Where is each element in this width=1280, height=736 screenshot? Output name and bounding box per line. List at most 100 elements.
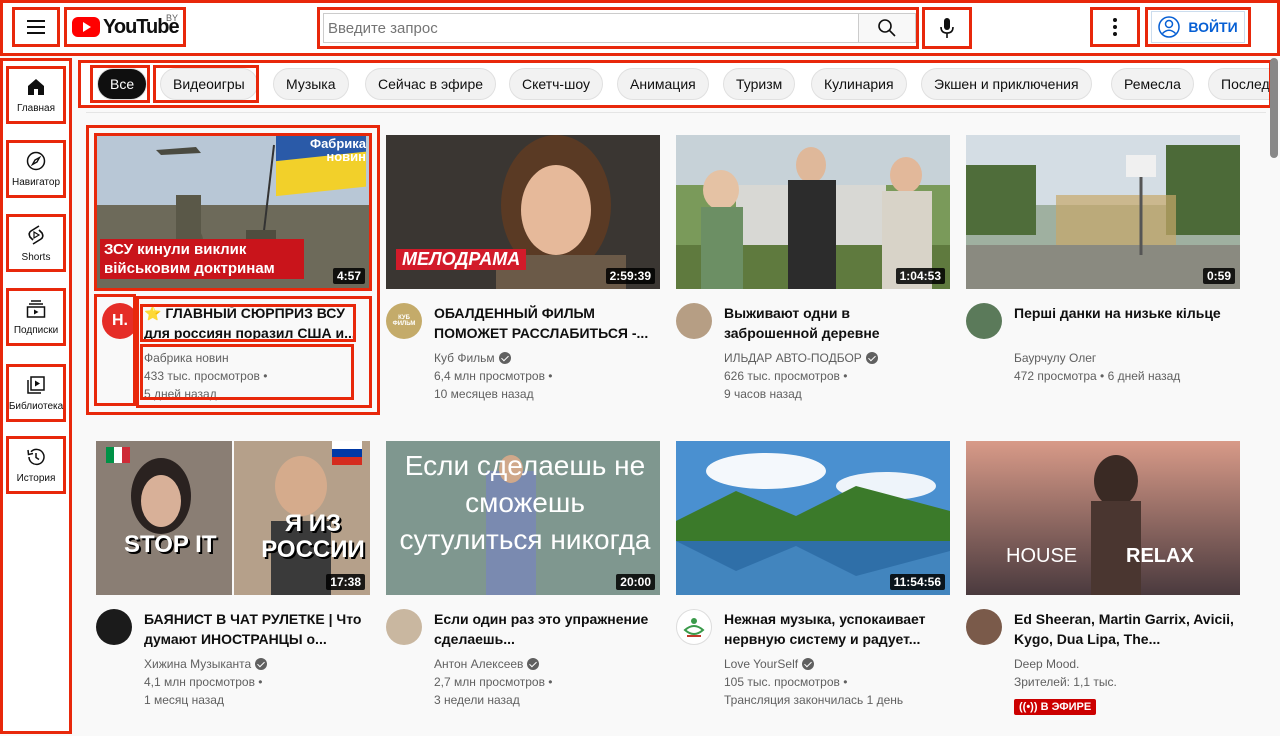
chip-cooking[interactable]: Кулинария <box>811 68 907 100</box>
channel-avatar[interactable] <box>386 609 422 645</box>
upload-age: 6 дней назад <box>1107 369 1181 383</box>
live-label: В ЭФИРЕ <box>1040 701 1092 713</box>
thumbnail-caption-right: Я ИЗ РОССИИ <box>261 510 365 563</box>
viewer-count: Зрителей: 1,1 тыс. <box>1014 675 1117 689</box>
video-title[interactable]: Выживают одни в заброшенной деревне <box>724 303 944 343</box>
view-count: 472 просмотра <box>1014 369 1097 383</box>
video-thumbnail[interactable]: 11:54:56 <box>676 441 950 595</box>
video-thumbnail[interactable]: Если сделаешь не сможешь сутулиться нико… <box>386 441 660 595</box>
voice-search-button[interactable] <box>922 7 972 49</box>
history-icon <box>27 448 45 465</box>
chip-music[interactable]: Музыка <box>273 68 349 100</box>
chip-crafts[interactable]: Ремесла <box>1111 68 1194 100</box>
channel-name[interactable]: Хижина Музыканта <box>144 657 251 671</box>
sidebar-item-shorts[interactable]: Shorts <box>6 214 66 272</box>
video-meta: ИЛЬДАР АВТО-ПОДБОР 626 тыс. просмотров •… <box>724 349 878 403</box>
channel-avatar[interactable] <box>676 303 712 339</box>
thumbnail-caption-left: STOP IT <box>124 531 217 558</box>
channel-name[interactable]: Love YourSelf <box>724 657 798 671</box>
youtube-logo[interactable]: YouTube BY <box>64 7 186 47</box>
channel-avatar[interactable]: КУБ ФИЛЬМ <box>386 303 422 339</box>
video-title[interactable]: Ed Sheeran, Martin Garrix, Avicii, Kygo,… <box>1014 609 1234 649</box>
verified-icon <box>865 352 878 364</box>
sidebar-item-label: История <box>16 472 56 484</box>
video-thumbnail[interactable]: HOUSE RELAX <box>966 441 1240 595</box>
channel-name[interactable]: Deep Mood. <box>1014 655 1117 673</box>
sidebar-item-home[interactable]: Главная <box>6 66 66 124</box>
lotus-icon <box>683 618 705 637</box>
channel-avatar[interactable] <box>966 303 1002 339</box>
channel-avatar[interactable] <box>96 609 132 645</box>
upload-age: 3 недели назад <box>434 693 520 707</box>
video-title[interactable]: БАЯНИСТ В ЧАТ РУЛЕТКЕ | Что думают ИНОСТ… <box>144 609 364 649</box>
sidebar-item-label: Навигатор <box>11 176 61 188</box>
video-duration: 1:04:53 <box>895 268 945 284</box>
youtube-play-icon <box>72 17 100 37</box>
channel-name[interactable]: ИЛЬДАР АВТО-ПОДБОР <box>724 351 862 365</box>
signin-button[interactable]: ВОЙТИ <box>1145 7 1251 47</box>
thumbnail-image <box>966 135 1240 289</box>
video-thumbnail[interactable]: МЕЛОДРАМА 2:59:39 <box>386 135 660 289</box>
page-scrollbar[interactable] <box>1270 58 1278 158</box>
search-button[interactable] <box>858 13 916 43</box>
view-count: 6,4 млн просмотров <box>434 369 545 383</box>
verified-icon <box>802 658 815 670</box>
chip-live[interactable]: Сейчас в эфире <box>365 68 497 100</box>
video-thumbnail[interactable]: 1:04:53 <box>676 135 950 289</box>
shorts-icon <box>28 224 44 245</box>
chip-tourism[interactable]: Туризм <box>723 68 796 100</box>
channel-name[interactable]: Баурчулу Олег <box>1014 349 1180 367</box>
country-code: BY <box>165 13 178 23</box>
video-title[interactable]: Перші данки на низьке кільце <box>1014 303 1234 323</box>
verified-icon <box>498 352 511 364</box>
video-duration: 17:38 <box>326 574 365 590</box>
video-thumbnail[interactable]: STOP IT Я ИЗ РОССИИ 17:38 <box>96 441 370 595</box>
thumbnail-caption-left: HOUSE <box>1006 545 1078 567</box>
video-duration: 20:00 <box>616 574 655 590</box>
channel-name[interactable]: Куб Фильм <box>434 351 495 365</box>
upload-age: 1 месяц назад <box>144 693 224 707</box>
chip-highlight-frame <box>90 65 150 103</box>
hamburger-icon <box>27 20 45 34</box>
video-title[interactable]: ОБАЛДЕННЫЙ ФИЛЬМ ПОМОЖЕТ РАССЛАБИТЬСЯ -.… <box>434 303 654 343</box>
upload-age: 10 месяцев назад <box>434 387 534 401</box>
video-title[interactable]: Если один раз это упражнение сделаешь... <box>434 609 654 649</box>
title-frame <box>140 304 356 342</box>
view-count: 4,1 млн просмотров <box>144 675 255 689</box>
chip-recent[interactable]: Последние <box>1208 68 1269 100</box>
broadcast-icon: ((•)) <box>1019 701 1038 713</box>
chip-animation[interactable]: Анимация <box>617 68 709 100</box>
thumbnail-caption: МЕЛОДРАМА <box>396 249 527 270</box>
sidebar-item-explore[interactable]: Навигатор <box>6 140 66 198</box>
channel-name[interactable]: Антон Алексеев <box>434 657 523 671</box>
view-count: 2,7 млн просмотров <box>434 675 545 689</box>
chip-sketch[interactable]: Скетч-шоу <box>509 68 603 100</box>
sidebar-item-library[interactable]: Библиотека <box>6 364 66 422</box>
channel-avatar[interactable] <box>966 609 1002 645</box>
search-input[interactable] <box>323 13 859 43</box>
chip-action[interactable]: Экшен и приключения <box>921 68 1092 100</box>
search-box <box>317 7 919 49</box>
upload-age: 9 часов назад <box>724 387 802 401</box>
menu-button[interactable] <box>12 7 60 47</box>
sidebar-item-history[interactable]: История <box>6 436 66 494</box>
signin-label: ВОЙТИ <box>1188 19 1238 35</box>
chip-highlight-frame <box>153 65 259 103</box>
search-icon <box>878 19 896 37</box>
video-duration: 11:54:56 <box>889 574 945 590</box>
video-title[interactable]: Нежная музыка, успокаивает нервную систе… <box>724 609 944 649</box>
thumbnail-image <box>676 135 950 289</box>
video-thumbnail[interactable]: 0:59 <box>966 135 1240 289</box>
subscriptions-icon <box>26 299 46 318</box>
video-meta: Love YourSelf 105 тыс. просмотров • Тран… <box>724 657 904 707</box>
sidebar-item-subscriptions[interactable]: Подписки <box>6 288 66 346</box>
video-meta: Антон Алексеев 2,7 млн просмотров • 3 не… <box>434 657 553 707</box>
video-meta: Куб Фильм 6,4 млн просмотров • 10 месяце… <box>434 351 553 401</box>
user-circle-icon <box>1158 16 1181 38</box>
video-meta: Баурчулу Олег 472 просмотра • 6 дней наз… <box>1014 349 1181 383</box>
view-count: 105 тыс. просмотров <box>724 675 840 689</box>
meta-frame <box>140 344 354 400</box>
settings-menu-button[interactable] <box>1090 7 1140 47</box>
sidebar-item-label: Shorts <box>21 251 51 263</box>
channel-avatar[interactable] <box>676 609 712 645</box>
